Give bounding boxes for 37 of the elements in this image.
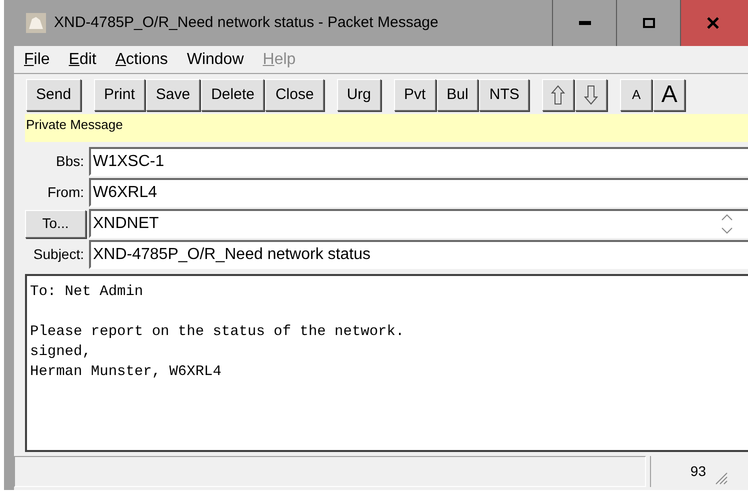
message-body[interactable]: To: Net Admin Please report on the status of the network. signed, Herman Munster, W6XRL4: [25, 274, 748, 452]
character-count: 93: [650, 456, 712, 487]
field-label: Subject:: [32, 245, 85, 264]
down-arrow-icon: [584, 85, 598, 105]
app-icon: [26, 13, 46, 33]
toolbar-button[interactable]: Print: [94, 79, 145, 111]
toolbar-button[interactable]: Close: [265, 79, 324, 111]
close-icon: [707, 17, 719, 29]
menu-item[interactable]: Window: [186, 48, 244, 72]
menu-item[interactable]: Actions: [115, 48, 168, 72]
up-arrow-icon: [551, 85, 566, 105]
small-font-button[interactable]: A: [620, 79, 652, 111]
text-field[interactable]: W1XSC-1: [89, 147, 748, 176]
toolbar-button[interactable]: Delete: [201, 79, 264, 111]
menu-item[interactable]: Edit: [68, 48, 96, 72]
toolbar-button[interactable]: Save: [146, 79, 200, 111]
to-button[interactable]: To...: [25, 210, 86, 238]
field-label: From:: [46, 183, 85, 202]
message-type-banner: Private Message: [25, 114, 748, 142]
toolbar-button[interactable]: NTS: [479, 79, 530, 111]
maximize-icon: [642, 18, 654, 28]
toolbar-button[interactable]: Bul: [436, 79, 478, 111]
large-font-button[interactable]: A: [653, 79, 686, 111]
text-field[interactable]: W6XRL4: [89, 178, 748, 207]
toolbar-button[interactable]: Pvt: [394, 79, 436, 111]
toolbar-button[interactable]: Send: [26, 79, 82, 111]
up-arrow-button[interactable]: [542, 79, 574, 111]
menu-item[interactable]: File: [24, 48, 50, 72]
message-text: To: Net Admin Please report on the status of the network. signed, Herman Munster, W6XRL4: [30, 283, 404, 382]
window-title: XND-4785P_O/R_Need network status - Packet Message: [54, 12, 438, 33]
resize-grip-icon: [714, 471, 728, 485]
field-label: Bbs:: [54, 152, 85, 171]
minimize-icon: [578, 21, 590, 25]
down-arrow-button[interactable]: [575, 79, 608, 111]
text-field[interactable]: XND-4785P_O/R_Need network status: [89, 240, 748, 269]
toolbar-button[interactable]: Urg: [336, 79, 381, 111]
recipient-field[interactable]: XNDNET: [89, 209, 748, 238]
